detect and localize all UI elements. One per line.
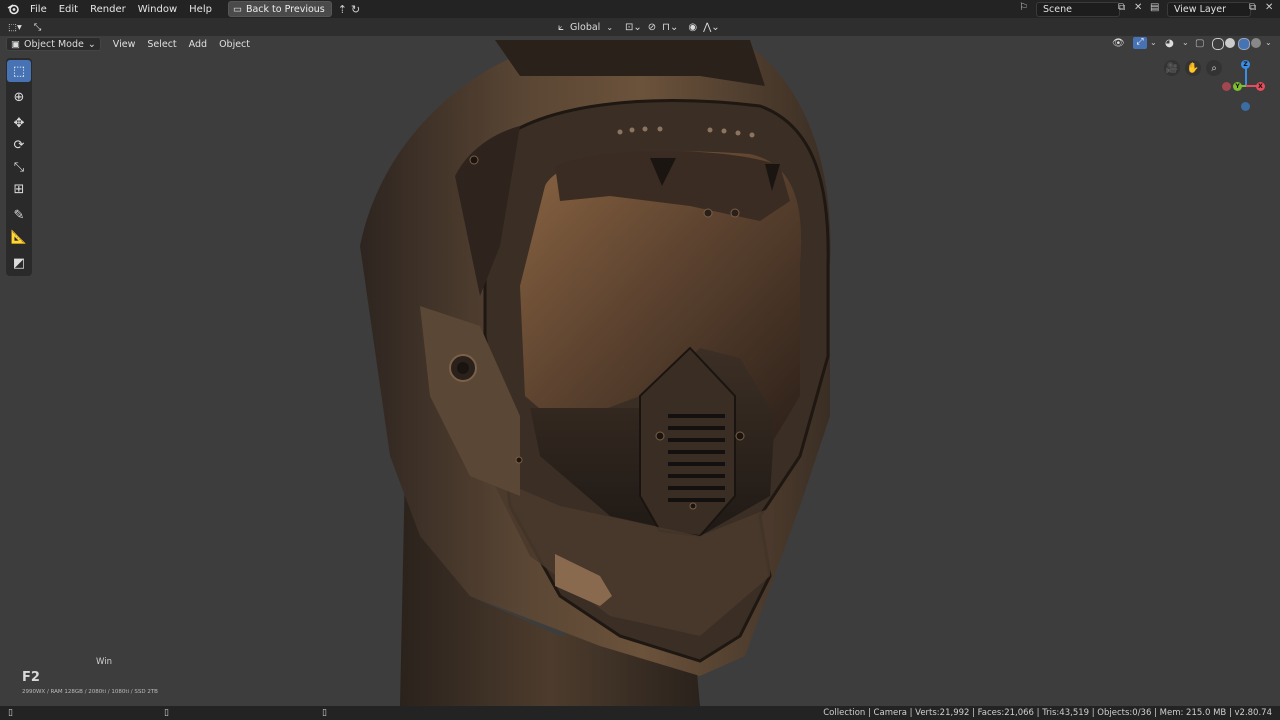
mouse-left-icon: ▯ xyxy=(8,708,13,718)
axis-neg-x-icon[interactable] xyxy=(1222,82,1231,91)
menu-view[interactable]: View xyxy=(107,39,142,50)
menu-add[interactable]: Add xyxy=(183,39,213,50)
scene-icon[interactable]: ⚐ xyxy=(1019,2,1028,13)
axis-y-icon[interactable]: Y xyxy=(1233,82,1242,91)
refresh-icon[interactable]: ↻ xyxy=(351,3,360,16)
viewport-header: ▣ Object Mode ⌄ View Select Add Object xyxy=(0,36,1280,52)
view-layer-label: View Layer xyxy=(1174,4,1227,15)
chevron-down-icon[interactable]: ⌄ xyxy=(1182,38,1189,47)
transform-icon[interactable]: ⊞ xyxy=(7,178,31,200)
measure-icon[interactable]: 📐 xyxy=(7,226,31,248)
menu-window[interactable]: Window xyxy=(132,4,183,15)
overlays-icon[interactable]: ◕ xyxy=(1165,38,1174,49)
view-layer-icon[interactable]: ▤ xyxy=(1150,2,1159,13)
orientation-icon: ⟀ xyxy=(558,21,564,33)
object-mode-icon: ▣ xyxy=(11,38,20,50)
new-view-layer-icon[interactable]: ⧉ xyxy=(1249,2,1256,13)
delete-scene-icon[interactable]: ✕ xyxy=(1134,2,1142,13)
move-icon[interactable]: ✥ xyxy=(7,112,31,134)
scene-selector[interactable]: Scene xyxy=(1036,2,1120,17)
blender-logo-icon[interactable] xyxy=(6,2,20,16)
axis-z-icon[interactable]: Z xyxy=(1241,60,1250,69)
menu-render[interactable]: Render xyxy=(84,4,132,15)
axis-neg-z-icon[interactable] xyxy=(1241,102,1250,111)
scale-icon[interactable]: ⤡ xyxy=(7,156,31,178)
mouse-middle-icon: ▯ xyxy=(164,708,169,718)
tool-settings-icon[interactable]: ⤡ xyxy=(28,22,48,33)
menu-select[interactable]: Select xyxy=(141,39,182,50)
solid-shading-icon[interactable] xyxy=(1225,38,1235,48)
menu-file[interactable]: File xyxy=(24,4,53,15)
key-display-label: F2 xyxy=(22,670,40,685)
pan-hand-icon[interactable]: ✋ xyxy=(1185,60,1201,76)
object-mode-label: Object Mode xyxy=(23,38,84,50)
screen-icon: ▭ xyxy=(232,3,242,15)
tool-shelf: ⬚ ⊕ ✥ ⟳ ⤡ ⊞ ✎ 📐 ◩ xyxy=(6,58,32,276)
cursor-icon[interactable]: ⊕ xyxy=(7,86,31,108)
view-layer-selector[interactable]: View Layer xyxy=(1167,2,1251,17)
annotate-icon[interactable]: ✎ xyxy=(7,204,31,226)
wireframe-shading-icon[interactable] xyxy=(1212,38,1224,50)
snap-icon[interactable]: ⊘ xyxy=(648,22,656,33)
editor-type-icon[interactable]: ⬚▾ xyxy=(0,22,28,33)
material-shading-icon[interactable] xyxy=(1238,38,1250,50)
menu-object[interactable]: Object xyxy=(213,39,256,50)
delete-view-layer-icon[interactable]: ✕ xyxy=(1265,2,1273,13)
tool-header: ⬚▾ ⤡ ⟀ Global ⌄ ⊡⌄ ⊘ ⊓⌄ ◉ ⋀⌄ xyxy=(0,18,1280,36)
add-cube-icon[interactable]: ◩ xyxy=(7,252,31,274)
xray-icon[interactable]: ▢ xyxy=(1195,38,1204,49)
new-scene-icon[interactable]: ⧉ xyxy=(1118,2,1125,13)
chevron-down-icon: ⌄ xyxy=(87,38,96,50)
rotate-icon[interactable]: ⟳ xyxy=(7,134,31,156)
status-bar: ▯ ▯ ▯ Collection | Camera | Verts:21,992… xyxy=(0,706,1280,720)
upload-icon[interactable]: ⇡ xyxy=(338,3,347,16)
chevron-down-icon[interactable]: ⌄ xyxy=(1150,38,1157,47)
rendered-shading-icon[interactable] xyxy=(1251,38,1261,48)
axis-x-icon[interactable]: X xyxy=(1256,82,1265,91)
scene-label: Scene xyxy=(1043,4,1072,15)
menu-edit[interactable]: Edit xyxy=(53,4,84,15)
proportional-edit-icon[interactable]: ◉ xyxy=(688,22,697,33)
visibility-icon[interactable]: 👁 xyxy=(1112,38,1125,49)
falloff-icon[interactable]: ⋀⌄ xyxy=(703,22,720,33)
3d-viewport[interactable] xyxy=(0,36,1280,706)
select-box-icon[interactable]: ⬚ xyxy=(7,60,31,82)
chevron-down-icon[interactable]: ⌄ xyxy=(606,23,613,32)
key-context-label: Win xyxy=(96,657,112,667)
menu-help[interactable]: Help xyxy=(183,4,218,15)
orientation-label[interactable]: Global xyxy=(570,22,600,33)
back-to-previous-button[interactable]: ▭ Back to Previous xyxy=(227,1,332,17)
helmet-render xyxy=(360,40,831,706)
back-to-previous-label: Back to Previous xyxy=(245,3,325,15)
scene-statistics: Collection | Camera | Verts:21,992 | Fac… xyxy=(823,708,1272,718)
camera-view-icon[interactable]: 🎥 xyxy=(1164,60,1180,76)
mouse-right-icon: ▯ xyxy=(322,708,327,718)
pivot-icon[interactable]: ⊡⌄ xyxy=(625,22,642,33)
chevron-down-icon[interactable]: ⌄ xyxy=(1265,38,1272,47)
gizmo-toggle-icon[interactable]: ⤢ xyxy=(1133,37,1147,49)
hardware-specs-label: 2990WX / RAM 128GB / 2080ti / 1080ti / S… xyxy=(22,689,158,695)
object-mode-dropdown[interactable]: ▣ Object Mode ⌄ xyxy=(6,37,101,51)
snap-target-icon[interactable]: ⊓⌄ xyxy=(662,22,678,33)
